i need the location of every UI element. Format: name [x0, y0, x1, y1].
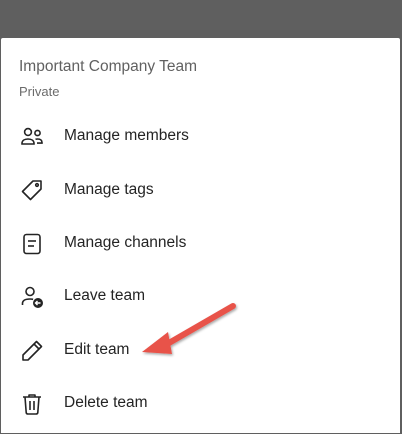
menu-item-manage-members[interactable]: Manage members: [1, 112, 400, 162]
menu-item-manage-tags[interactable]: Manage tags: [1, 166, 400, 216]
menu-item-edit-team[interactable]: Edit team: [1, 326, 400, 376]
menu-item-label: Manage tags: [64, 181, 154, 198]
channel-list-icon: [19, 231, 45, 257]
menu-item-label: Manage members: [64, 127, 189, 144]
team-privacy-label: Private: [19, 84, 60, 99]
menu-item-label: Edit team: [64, 341, 130, 358]
menu-item-manage-channels[interactable]: Manage channels: [1, 219, 400, 269]
menu-item-label: Delete team: [64, 394, 148, 411]
menu-item-label: Manage channels: [64, 234, 187, 251]
trash-icon: [19, 391, 45, 417]
team-options-sheet: Important Company Team Private Manage me…: [1, 38, 400, 433]
menu-item-leave-team[interactable]: Leave team: [1, 272, 400, 322]
menu-item-delete-team[interactable]: Delete team: [1, 379, 400, 429]
person-leave-icon: [19, 284, 45, 310]
team-name: Important Company Team: [19, 58, 198, 75]
menu-item-label: Leave team: [64, 287, 145, 304]
pencil-icon: [19, 338, 45, 364]
people-icon: [19, 124, 45, 150]
tag-icon: [19, 178, 45, 204]
